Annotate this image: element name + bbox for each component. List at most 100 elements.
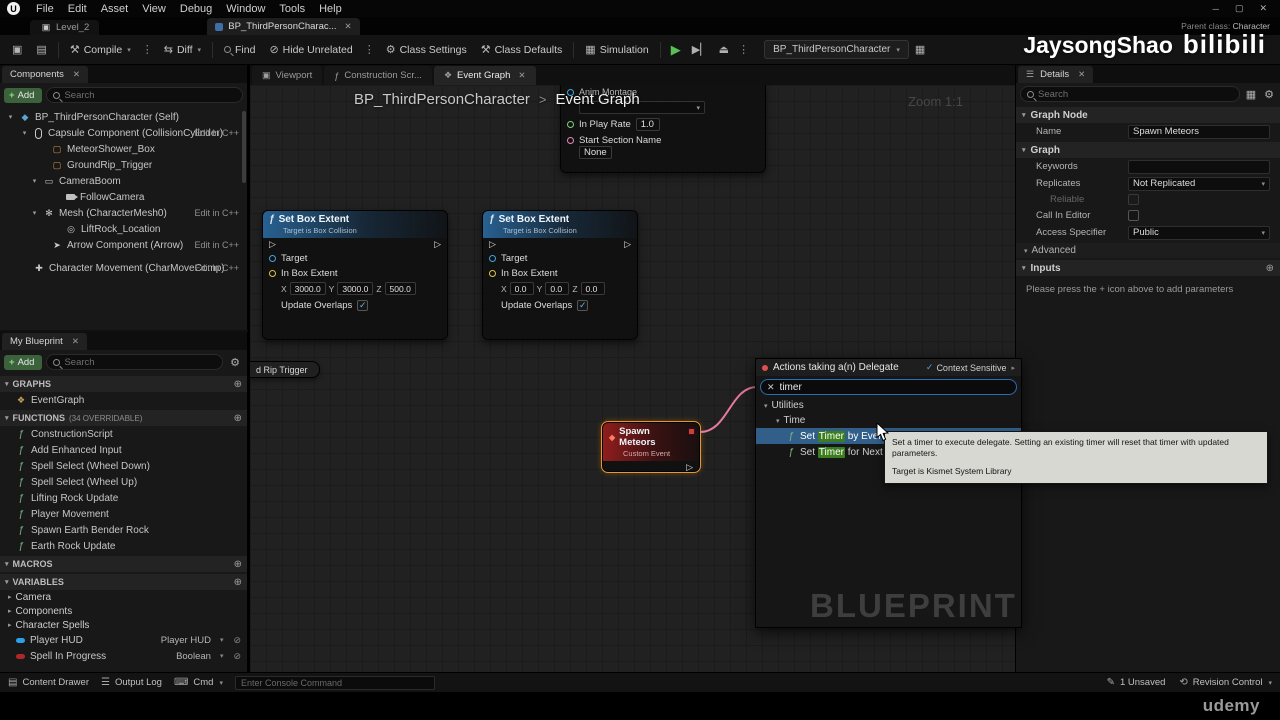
cmd-dropdown[interactable]: ⌨ Cmd ▾: [174, 677, 223, 688]
play-button[interactable]: ▶: [666, 42, 686, 58]
close-icon[interactable]: ✕: [1252, 3, 1274, 14]
component-row-meteorshower-box[interactable]: ▢ MeteorShower_Box: [0, 141, 247, 157]
context-sensitive-toggle[interactable]: ✓ Context Sensitive: [926, 362, 1007, 373]
minimize-icon[interactable]: ─: [1206, 4, 1226, 14]
display-filter-icon[interactable]: ▦: [1244, 88, 1258, 101]
add-macro-icon[interactable]: ⊕: [234, 559, 242, 570]
find-button[interactable]: Find: [218, 41, 261, 59]
add-component-button[interactable]: + Add: [4, 87, 43, 103]
menu-edit[interactable]: Edit: [61, 0, 94, 17]
my-blueprint-panel-tab[interactable]: My Blueprint ✕: [2, 333, 87, 350]
tab-event-graph[interactable]: ❖ Event Graph ✕: [433, 66, 536, 85]
chevron-down-icon[interactable]: ▾: [127, 46, 131, 54]
breadcrumb-current[interactable]: Event Graph: [556, 91, 640, 108]
close-icon[interactable]: ✕: [1078, 69, 1085, 80]
graph-node-section-header[interactable]: ▾ Graph Node: [1016, 107, 1280, 123]
variable-row-spell-in-progress[interactable]: Spell In Progress Boolean ▾ ⊘: [0, 648, 247, 664]
diff-button[interactable]: ⇆ Diff ▾: [158, 40, 207, 59]
components-search[interactable]: [46, 87, 243, 103]
details-panel-tab[interactable]: ☰ Details ✕: [1018, 66, 1094, 83]
tab-blueprint-asset[interactable]: BP_ThirdPersonCharac... ✕: [207, 18, 360, 35]
z-field[interactable]: 0.0: [580, 282, 605, 295]
vector-pin[interactable]: [269, 270, 276, 277]
save-icon[interactable]: ▣: [6, 40, 28, 59]
add-input-icon[interactable]: ⊕: [1266, 263, 1274, 274]
parent-class-value[interactable]: Character: [1233, 21, 1270, 31]
tab-construction-script[interactable]: ƒ Construction Scr...: [324, 66, 432, 85]
node-ground-rip-trigger-clipped[interactable]: d Rip Trigger: [250, 361, 320, 378]
add-graph-icon[interactable]: ⊕: [234, 379, 242, 390]
function-row[interactable]: ƒ Spell Select (Wheel Up): [0, 474, 247, 490]
kebab-icon[interactable]: ⋮: [735, 43, 752, 56]
tab-close-icon[interactable]: ✕: [345, 21, 352, 32]
node-set-box-extent-1[interactable]: ƒ Set Box Extent Target is Box Collision…: [262, 210, 448, 340]
vector-pin[interactable]: [489, 270, 496, 277]
components-panel-tab[interactable]: Components ✕: [2, 66, 88, 83]
expander-icon[interactable]: ▾: [6, 113, 15, 121]
edit-in-cpp-link[interactable]: Edit in C++: [194, 208, 239, 218]
edit-in-cpp-link[interactable]: Edit in C++: [194, 128, 239, 138]
menu-file[interactable]: File: [29, 0, 61, 17]
call-in-editor-checkbox[interactable]: [1128, 210, 1139, 221]
edit-in-cpp-link[interactable]: Edit in C++: [194, 240, 239, 250]
revision-control-button[interactable]: ⟲ Revision Control ▾: [1179, 677, 1272, 688]
my-blueprint-search[interactable]: [46, 354, 224, 370]
node-set-box-extent-2[interactable]: ƒ Set Box Extent Target is Box Collision…: [482, 210, 638, 340]
group-time[interactable]: ▾ Time: [756, 413, 1021, 428]
function-row[interactable]: ƒ Player Movement: [0, 506, 247, 522]
component-row-arrow[interactable]: ➤ Arrow Component (Arrow) Edit in C++: [0, 237, 247, 253]
exec-out-pin[interactable]: ▷: [686, 463, 693, 472]
menu-asset[interactable]: Asset: [94, 0, 136, 17]
my-blueprint-search-input[interactable]: [64, 356, 217, 368]
node-spawn-meteors[interactable]: ◆ Spawn Meteors Custom Event ▷: [601, 421, 701, 473]
kebab-icon[interactable]: ⋮: [361, 43, 378, 56]
y-field[interactable]: 3000.0: [337, 282, 374, 295]
expander-icon[interactable]: ▾: [30, 209, 39, 217]
component-row-character-movement[interactable]: ✚ Character Movement (CharMoveComp) Edit…: [0, 260, 247, 276]
context-menu-search-input[interactable]: [779, 381, 1010, 393]
add-blueprint-item-button[interactable]: + Add: [4, 354, 43, 370]
console-command-input[interactable]: [234, 675, 435, 690]
simulation-button[interactable]: ▦ Simulation: [579, 40, 654, 59]
group-utilities[interactable]: ▾ Utilities: [756, 398, 1021, 413]
x-field[interactable]: 3000.0: [289, 282, 326, 295]
eye-closed-icon[interactable]: ⊘: [233, 635, 241, 646]
add-variable-icon[interactable]: ⊕: [234, 577, 242, 588]
gear-icon[interactable]: ⚙: [227, 356, 243, 369]
y-field[interactable]: 0.0: [545, 282, 570, 295]
exec-in-pin[interactable]: ▷: [269, 240, 276, 249]
frame-skip-button[interactable]: ▶▏: [688, 43, 713, 56]
component-row-mesh[interactable]: ▾ ✻ Mesh (CharacterMesh0) Edit in C++: [0, 205, 247, 221]
class-settings-button[interactable]: ⚙ Class Settings: [380, 40, 473, 59]
expander-icon[interactable]: ▾: [20, 129, 29, 137]
edit-in-cpp-link[interactable]: Edit in C++: [194, 263, 239, 273]
macros-section-header[interactable]: ▾ MACROS ⊕: [0, 556, 247, 572]
eye-closed-icon[interactable]: ⊘: [233, 651, 241, 662]
exec-in-pin[interactable]: ▷: [489, 240, 496, 249]
details-search-input[interactable]: [1038, 88, 1233, 100]
tab-level[interactable]: ▣ Level_2: [30, 20, 100, 35]
replicates-dropdown[interactable]: Not Replicated ▾: [1128, 176, 1270, 191]
unsaved-indicator[interactable]: ✎ 1 Unsaved: [1107, 677, 1166, 688]
eject-button[interactable]: ⏏: [715, 43, 733, 56]
variable-category-components[interactable]: ▸ Components: [0, 604, 247, 618]
gear-icon[interactable]: ⚙: [1262, 88, 1276, 101]
output-log-button[interactable]: ☰ Output Log: [101, 677, 162, 688]
variable-row-player-hud[interactable]: Player HUD Player HUD ▾ ⊘: [0, 632, 247, 648]
node-name-input[interactable]: [1128, 124, 1270, 139]
variable-category-camera[interactable]: ▸ Camera: [0, 590, 247, 604]
component-row-capsule[interactable]: ▾ Capsule Component (CollisionCylinder) …: [0, 125, 247, 141]
tab-viewport[interactable]: ▣ Viewport: [252, 66, 323, 85]
chevron-right-icon[interactable]: ▸: [1011, 364, 1015, 372]
scrollbar[interactable]: [242, 111, 246, 183]
target-pin[interactable]: [269, 255, 276, 262]
exec-out-pin[interactable]: ▷: [624, 240, 631, 249]
browse-to-icon[interactable]: ▦: [911, 43, 929, 56]
variables-section-header[interactable]: ▾ VARIABLES ⊕: [0, 574, 247, 590]
update-overlaps-checkbox[interactable]: ✓: [357, 300, 369, 311]
maximize-icon[interactable]: ▢: [1228, 3, 1251, 14]
close-icon[interactable]: ✕: [518, 70, 525, 81]
function-row[interactable]: ƒ Spell Select (Wheel Down): [0, 458, 247, 474]
access-specifier-dropdown[interactable]: Public ▾: [1128, 225, 1270, 240]
menu-window[interactable]: Window: [219, 0, 272, 17]
